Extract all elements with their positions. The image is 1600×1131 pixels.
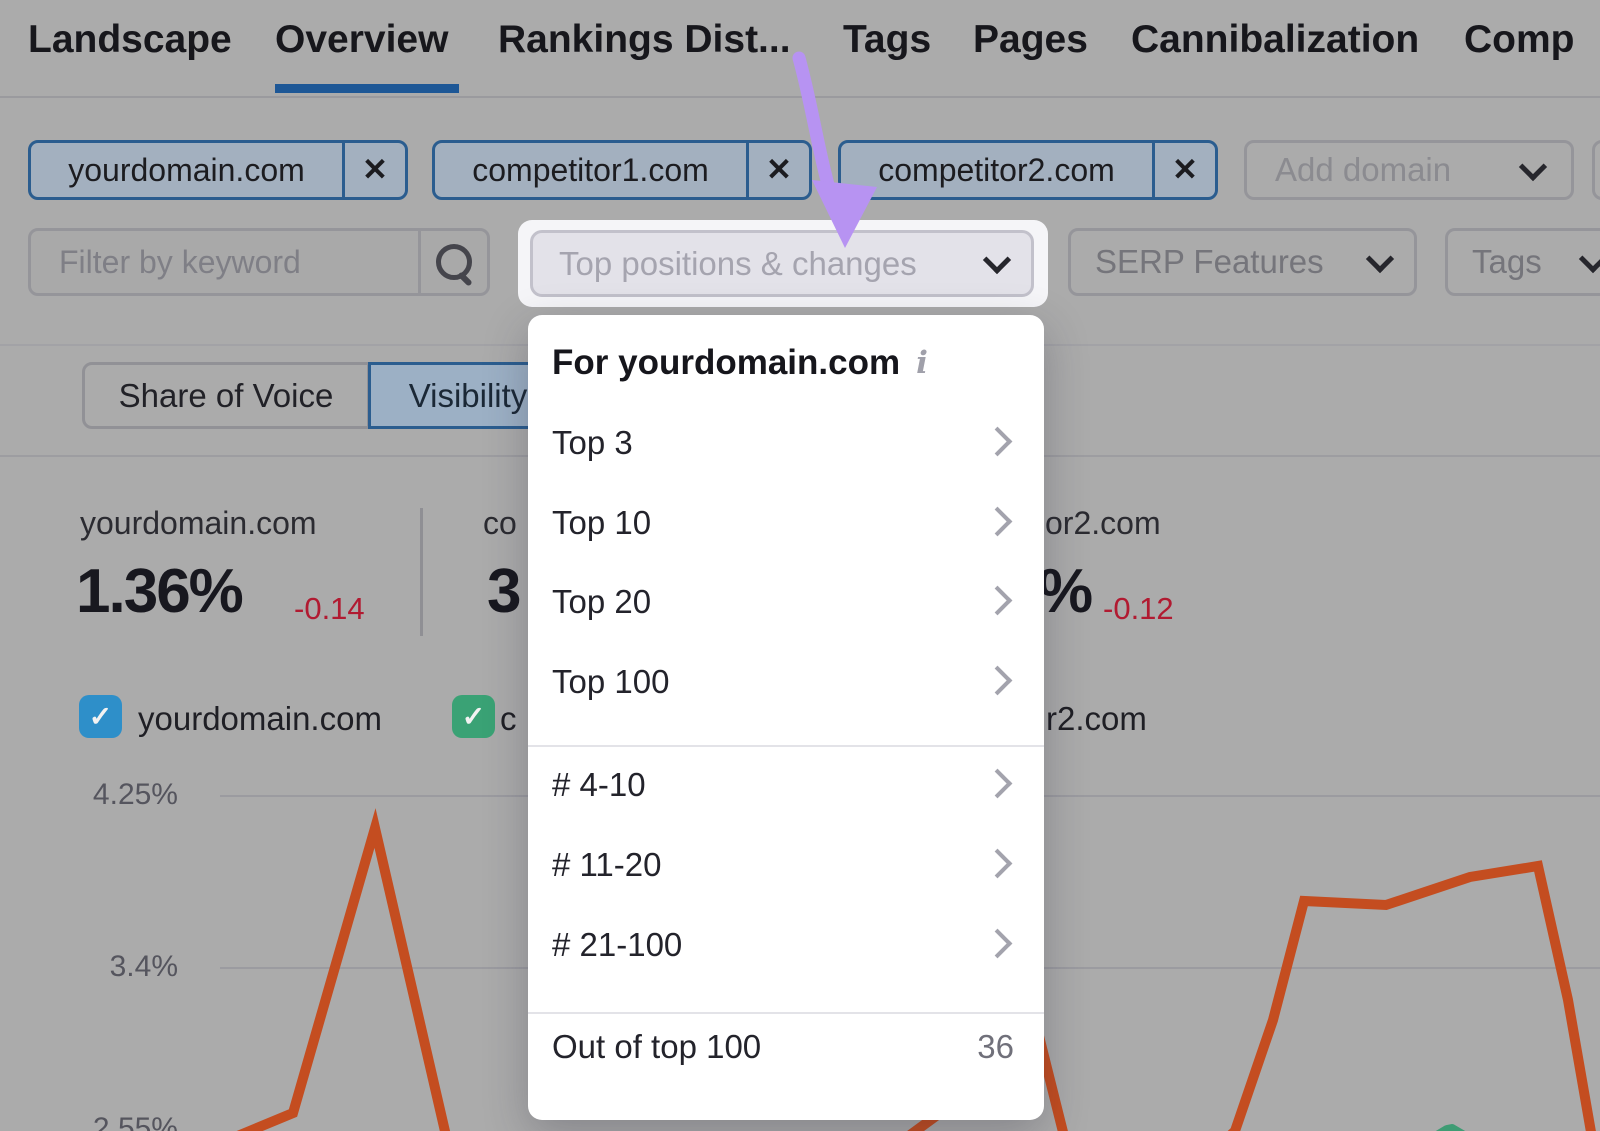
serp-features-dropdown[interactable]: SERP Features xyxy=(1068,228,1417,296)
tab-tags[interactable]: Tags xyxy=(843,18,931,62)
menu-item-out-of-top100[interactable]: Out of top 100 36 xyxy=(528,1008,1044,1086)
toggle-share-of-voice[interactable]: Share of Voice xyxy=(82,362,370,429)
tab-rankings-distribution[interactable]: Rankings Dist... xyxy=(498,18,791,62)
menu-item-label: # 11-20 xyxy=(552,846,661,884)
domain-chip-competitor2[interactable]: competitor2.com ✕ xyxy=(838,140,1218,200)
cutoff-control[interactable] xyxy=(1592,140,1600,200)
chevron-down-icon xyxy=(1519,152,1547,180)
domain-chip-competitor1[interactable]: competitor1.com ✕ xyxy=(432,140,812,200)
close-icon[interactable]: ✕ xyxy=(342,143,405,197)
metric-domain-2-fragment: co xyxy=(483,505,517,542)
tab-overview[interactable]: Overview xyxy=(275,18,448,62)
add-domain-label: Add domain xyxy=(1247,151,1523,189)
menu-item-11-20[interactable]: # 11-20 xyxy=(528,826,1044,904)
info-icon[interactable]: i xyxy=(916,345,928,381)
search-button[interactable] xyxy=(418,231,487,293)
metric-domain-3-fragment: or2.com xyxy=(1045,505,1161,542)
legend-checkbox-competitor1[interactable]: ✓ xyxy=(452,695,495,738)
menu-item-top10[interactable]: Top 10 xyxy=(528,484,1044,562)
legend-label-competitor2-fragment: r2.com xyxy=(1046,700,1147,738)
menu-item-4-10[interactable]: # 4-10 xyxy=(528,746,1044,824)
tab-landscape[interactable]: Landscape xyxy=(28,18,232,62)
menu-header: For yourdomain.com i xyxy=(552,333,928,393)
search-icon xyxy=(436,244,472,280)
menu-item-top100[interactable]: Top 100 xyxy=(528,643,1044,721)
tab-pages[interactable]: Pages xyxy=(973,18,1088,62)
menu-item-count: 36 xyxy=(977,1028,1014,1066)
legend-checkbox-yourdomain[interactable]: ✓ xyxy=(79,695,122,738)
tags-dropdown[interactable]: Tags xyxy=(1445,228,1600,296)
top-positions-dropdown[interactable]: Top positions & changes xyxy=(530,230,1034,297)
menu-header-title: For yourdomain.com xyxy=(552,343,900,383)
menu-item-label: Out of top 100 xyxy=(552,1028,761,1066)
keyword-filter-input[interactable]: Filter by keyword xyxy=(28,228,490,296)
menu-item-label: Top 3 xyxy=(552,424,633,462)
legend-label-competitor1-fragment: c xyxy=(500,700,517,738)
metric-change-1: -0.14 xyxy=(294,591,365,627)
serp-features-label: SERP Features xyxy=(1071,243,1370,281)
metric-divider xyxy=(420,508,423,636)
menu-item-top20[interactable]: Top 20 xyxy=(528,563,1044,641)
nav-divider xyxy=(0,96,1600,98)
metric-value-1: 1.36% xyxy=(76,556,242,627)
close-icon[interactable]: ✕ xyxy=(1152,143,1215,197)
add-domain-button[interactable]: Add domain xyxy=(1244,140,1574,200)
menu-item-top3[interactable]: Top 3 xyxy=(528,404,1044,482)
close-icon[interactable]: ✕ xyxy=(746,143,809,197)
top-positions-label: Top positions & changes xyxy=(533,245,987,283)
domain-chip-label: competitor2.com xyxy=(841,143,1152,197)
menu-item-21-100[interactable]: # 21-100 xyxy=(528,906,1044,984)
y-axis-label-1: 4.25% xyxy=(58,778,178,812)
chevron-down-icon xyxy=(983,246,1011,274)
chevron-right-icon xyxy=(983,849,1013,879)
menu-item-label: Top 100 xyxy=(552,663,669,701)
legend-label-yourdomain: yourdomain.com xyxy=(138,700,382,738)
check-icon: ✓ xyxy=(462,700,485,733)
domain-chip-label: competitor1.com xyxy=(435,143,746,197)
metric-change-3: -0.12 xyxy=(1103,591,1174,627)
top-positions-menu: For yourdomain.com i Top 3 Top 10 Top 20… xyxy=(528,315,1044,1120)
tags-dropdown-label: Tags xyxy=(1448,243,1583,281)
tab-cannibalization[interactable]: Cannibalization xyxy=(1131,18,1419,62)
chevron-down-icon xyxy=(1366,244,1394,272)
metric-value-3-fragment: % xyxy=(1038,556,1091,627)
menu-item-label: Top 10 xyxy=(552,504,651,542)
menu-item-label: # 21-100 xyxy=(552,926,682,964)
metric-domain-1: yourdomain.com xyxy=(80,505,317,542)
chevron-right-icon xyxy=(983,666,1013,696)
menu-item-label: Top 20 xyxy=(552,583,651,621)
domain-chip-label: yourdomain.com xyxy=(31,143,342,197)
menu-item-label: # 4-10 xyxy=(552,766,646,804)
chevron-right-icon xyxy=(983,427,1013,457)
domain-chip-yourdomain[interactable]: yourdomain.com ✕ xyxy=(28,140,408,200)
tab-competitors-cutoff[interactable]: Comp xyxy=(1464,18,1575,62)
active-tab-underline xyxy=(275,84,459,93)
keyword-filter-placeholder: Filter by keyword xyxy=(31,244,418,281)
chevron-right-icon xyxy=(983,769,1013,799)
metric-value-2-fragment: 3 xyxy=(487,556,519,627)
y-axis-label-2: 3.4% xyxy=(58,950,178,984)
chevron-right-icon xyxy=(983,929,1013,959)
chevron-right-icon xyxy=(983,586,1013,616)
position-tracking-screen: Landscape Overview Rankings Dist... Tags… xyxy=(0,0,1600,1131)
chevron-right-icon xyxy=(983,507,1013,537)
check-icon: ✓ xyxy=(89,700,112,733)
y-axis-label-3: 2.55% xyxy=(58,1112,178,1131)
